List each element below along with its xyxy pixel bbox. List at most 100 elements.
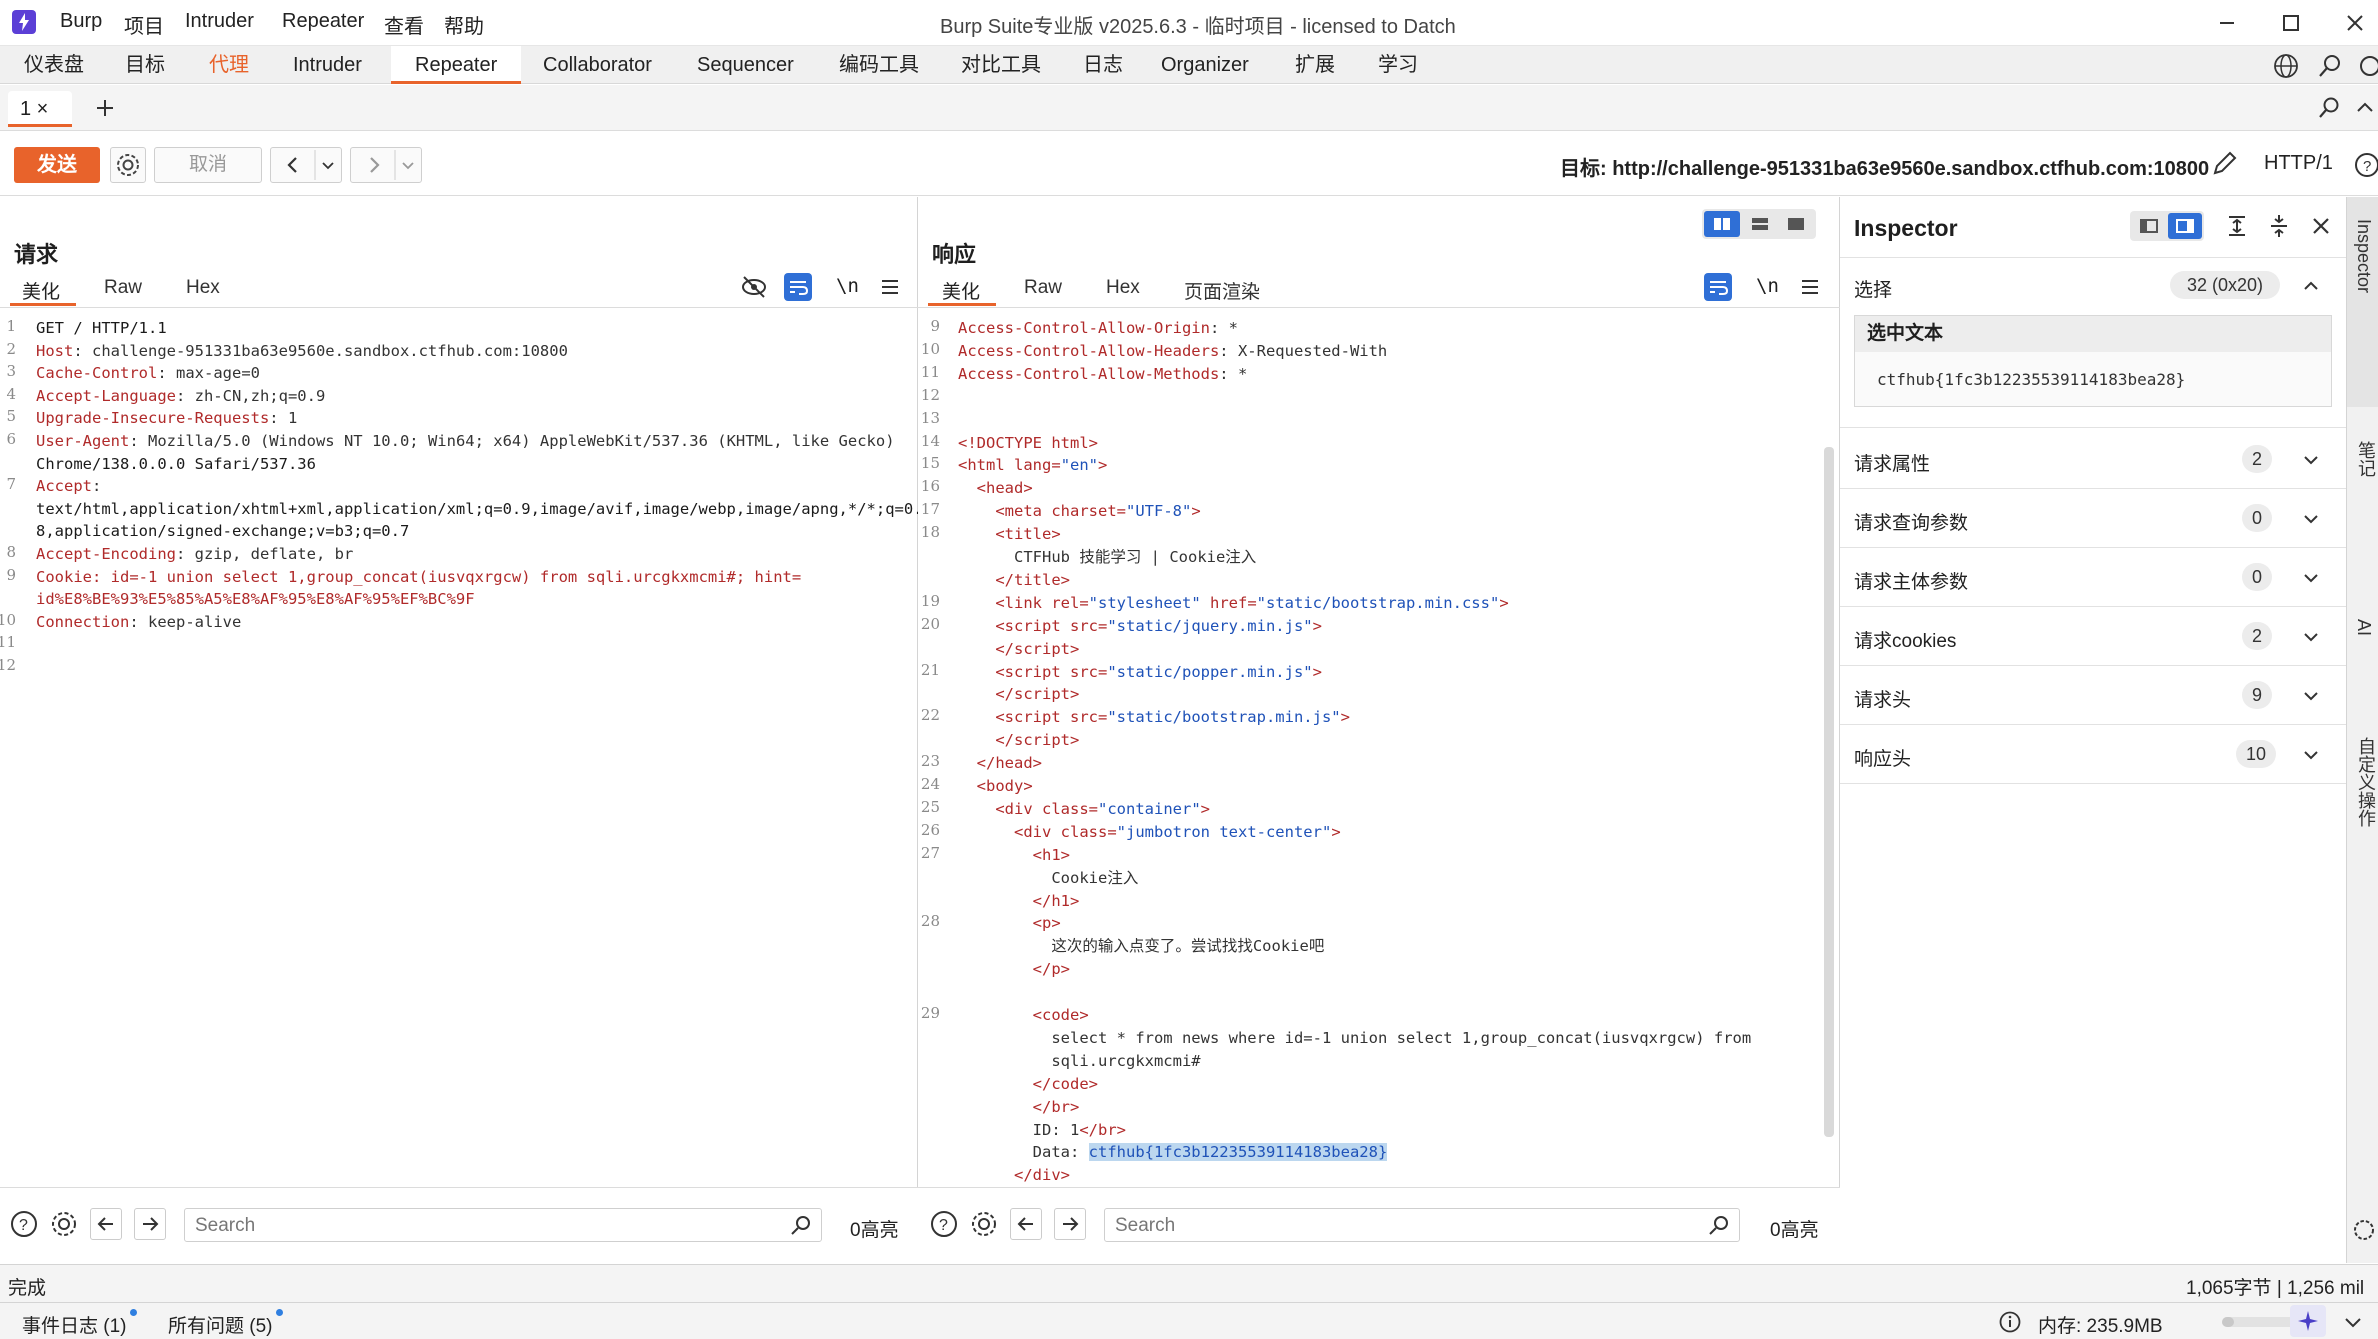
response-line[interactable]: ID: 1</br> [958,1119,1126,1141]
tab-learn[interactable]: 学习 [1354,46,1442,84]
response-line[interactable]: select * from news where id=-1 union sel… [958,1027,1751,1049]
wrap-lines-icon[interactable] [784,273,812,301]
selected-text-value[interactable]: ctfhub{1fc3b12235539114183bea28} [1877,370,2185,389]
tab-dashboard[interactable]: 仪表盘 [0,46,108,84]
response-line[interactable]: <p> [958,912,1061,934]
request-line[interactable]: Host: challenge-951331ba63e9560e.sandbox… [36,340,568,362]
settings-icon[interactable] [2356,52,2378,80]
inspector-section[interactable]: 请求查询参数 0 [1840,490,2346,548]
response-line[interactable]: <head> [958,477,1033,499]
response-line[interactable]: <title> [958,523,1060,545]
cancel-button[interactable]: 取消 [154,147,262,183]
close-window-icon[interactable] [2340,8,2370,38]
http-version[interactable]: HTTP/1 [2264,152,2333,175]
chevron-down-icon[interactable] [2300,449,2322,471]
response-line[interactable]: <script src="static/popper.min.js"> [958,661,1322,683]
inspector-section[interactable]: 响应头 10 [1840,726,2346,784]
history-forward-button[interactable] [350,147,422,183]
gear-icon[interactable] [48,1208,80,1240]
response-line[interactable]: </br> [958,1096,1080,1118]
response-tab-render[interactable]: 页面渲染 [1184,277,1260,304]
response-line[interactable]: Access-Control-Allow-Origin: * [958,317,1238,339]
request-tab-hex[interactable]: Hex [186,277,220,299]
previous-match-icon[interactable] [90,1208,122,1240]
response-line[interactable]: <script src="static/jquery.min.js"> [958,615,1322,637]
response-line[interactable]: <link rel="stylesheet" href="static/boot… [958,592,1508,614]
next-match-icon[interactable] [1054,1208,1086,1240]
split-horizontal-icon[interactable] [1704,211,1740,237]
layout-right-icon[interactable] [2168,213,2202,239]
request-line[interactable]: text/html,application/xhtml+xml,applicat… [36,498,923,520]
menu-burp[interactable]: Burp [60,10,102,33]
response-line[interactable]: </h1> [958,890,1080,912]
request-line[interactable]: Accept: [36,475,101,497]
inspector-section[interactable]: 请求cookies 2 [1840,608,2346,666]
ai-sparkle-icon[interactable] [2290,1305,2326,1337]
add-tab-icon[interactable] [92,95,118,121]
response-line[interactable]: <div class="container"> [958,798,1210,820]
request-line[interactable]: 8,application/signed-exchange;v=b3;q=0.7 [36,520,409,542]
request-editor[interactable]: 1 GET / HTTP/1.1 2 Host: challenge-951331ba… [0,313,923,1185]
event-log-link[interactable]: 事件日志 (1) [22,1311,127,1338]
settings-button[interactable] [110,147,146,183]
expand-all-icon[interactable] [2222,211,2252,241]
response-line[interactable]: CTFHub 技能学习 | Cookie注入 [958,546,1256,568]
tab-sequencer[interactable]: Sequencer [673,46,818,84]
ai-rail-tab[interactable]: AI [2347,589,2378,699]
request-line[interactable]: Chrome/138.0.0.0 Safari/537.36 [36,453,316,475]
tab-repeater[interactable]: Repeater [391,46,522,84]
request-line[interactable]: id%E8%BE%93%E5%85%A5%E8%AF%95%E8%AF%95%E… [36,588,475,610]
response-line[interactable]: </p> [958,958,1070,980]
response-line[interactable]: <html lang="en"> [958,454,1107,476]
response-line[interactable]: </title> [958,569,1070,591]
tabs-layout-icon[interactable] [1778,211,1814,237]
collapse-icon[interactable] [2352,95,2378,121]
tab-target[interactable]: 目标 [101,46,189,84]
edit-target-icon[interactable] [2208,148,2240,180]
selection-row[interactable]: 选择 32 (0x20) [1840,257,2346,315]
previous-match-icon[interactable] [1010,1208,1042,1240]
custom-actions-rail-tab[interactable]: 自定义操作 [2347,717,2378,937]
history-back-button[interactable] [270,147,342,183]
request-line[interactable]: Upgrade-Insecure-Requests: 1 [36,407,297,429]
all-issues-link[interactable]: 所有问题 (5) [168,1311,273,1338]
chevron-down-icon[interactable] [2340,1309,2366,1335]
notes-rail-tab[interactable]: 笔记 [2347,419,2378,579]
response-line[interactable]: Access-Control-Allow-Headers: X-Requeste… [958,340,1387,362]
split-vertical-icon[interactable] [1742,211,1778,237]
menu-view[interactable]: 查看 [384,10,424,39]
tab-logger[interactable]: 日志 [1059,46,1147,84]
response-tab-raw[interactable]: Raw [1024,277,1062,299]
response-line[interactable]: Data: ctfhub{1fc3b12235539114183bea28} [958,1141,1388,1163]
response-line[interactable]: <code> [958,1004,1089,1026]
response-line[interactable]: <div class="jumbotron text-center"> [958,821,1341,843]
help-icon[interactable]: ? [928,1208,960,1240]
inspector-section[interactable]: 请求主体参数 0 [1840,549,2346,607]
response-editor[interactable]: 9 Access-Control-Allow-Origin: * 10 Access-… [918,313,1822,1185]
menu-help[interactable]: 帮助 [444,10,484,39]
wrap-lines-icon[interactable] [1704,273,1732,301]
search-icon[interactable] [2316,52,2344,80]
response-line[interactable]: Cookie注入 [958,867,1138,889]
repeater-tab-1[interactable]: 1 × [8,91,72,127]
menu-icon[interactable] [876,273,904,301]
response-tab-hex[interactable]: Hex [1106,277,1140,299]
response-line[interactable]: </script> [958,683,1079,705]
response-line[interactable]: 这次的输入点变了。尝试找找Cookie吧 [958,935,1324,957]
menu-intruder[interactable]: Intruder [185,10,254,33]
search-icon[interactable] [1707,1213,1731,1237]
maximize-icon[interactable] [2276,8,2306,38]
tab-collaborator[interactable]: Collaborator [519,46,676,84]
request-search-input[interactable]: Search [184,1208,822,1242]
tab-comparer[interactable]: 对比工具 [937,46,1065,84]
response-line[interactable]: </div> [958,1164,1070,1185]
minimize-icon[interactable] [2212,8,2242,38]
response-line[interactable]: </code> [958,1073,1098,1095]
request-line[interactable]: Cookie: id=-1 union select 1,group_conca… [36,566,801,588]
request-line[interactable]: Accept-Encoding: gzip, deflate, br [36,543,353,565]
menu-repeater[interactable]: Repeater [282,10,364,33]
chevron-down-icon[interactable] [2300,744,2322,766]
menu-icon[interactable] [1796,273,1824,301]
request-tab-pretty[interactable]: 美化 [22,277,60,304]
next-match-icon[interactable] [134,1208,166,1240]
